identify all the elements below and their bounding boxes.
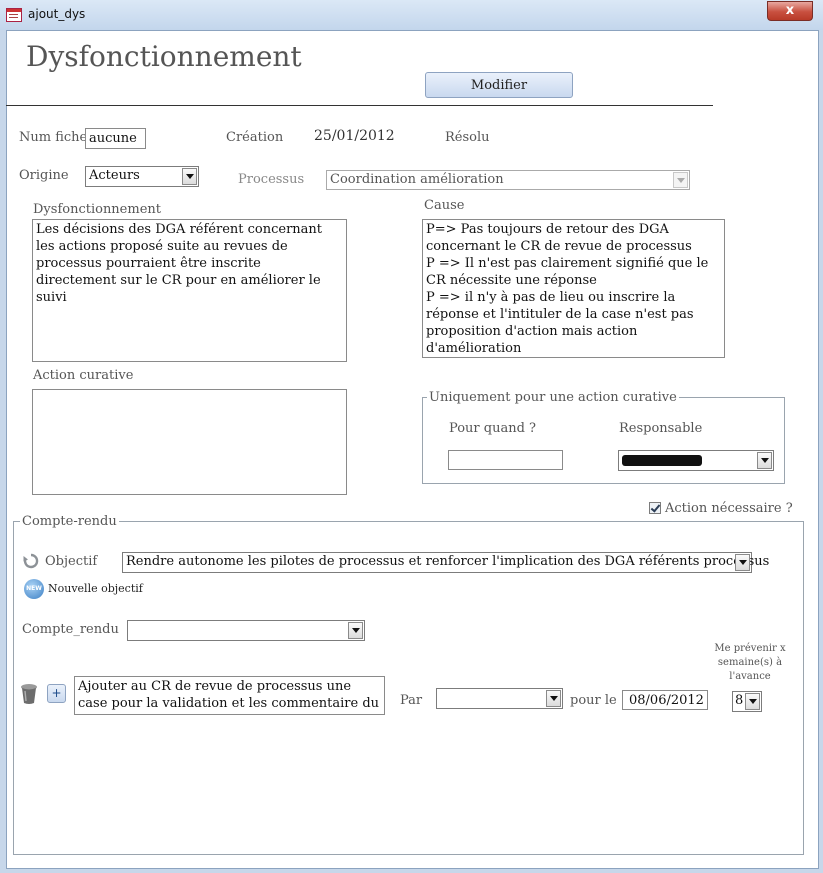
- num-fiche-label: Num fiche: [19, 130, 88, 145]
- pour-le-date-field[interactable]: 08/06/2012: [622, 690, 708, 710]
- creation-label: Création: [226, 130, 284, 145]
- new-badge-icon[interactable]: NEW: [24, 579, 44, 599]
- responsable-label: Responsable: [619, 421, 703, 436]
- action-curative-label: Action curative: [33, 368, 134, 383]
- processus-value: Coordination amélioration: [330, 172, 504, 187]
- add-action-button[interactable]: +: [47, 684, 66, 703]
- par-select[interactable]: [436, 688, 563, 709]
- action-necessaire-label: Action nécessaire ?: [665, 501, 793, 516]
- action-curative-field[interactable]: [32, 389, 347, 495]
- origine-value: Acteurs: [89, 168, 140, 183]
- origine-label: Origine: [19, 168, 69, 183]
- close-button[interactable]: x: [767, 1, 813, 21]
- page-title: Dysfonctionnement: [26, 40, 302, 73]
- redacted-name: [622, 455, 702, 466]
- action-necessaire-checkbox[interactable]: [649, 502, 661, 514]
- chevron-down-icon[interactable]: [673, 172, 688, 188]
- pour-quand-field[interactable]: [448, 450, 563, 470]
- cause-field[interactable]: P=> Pas toujours de retour des DGA conce…: [422, 219, 725, 358]
- chevron-down-icon[interactable]: [757, 452, 772, 469]
- compte-rendu-label: Compte_rendu: [22, 622, 119, 637]
- resolu-label: Résolu: [445, 130, 490, 145]
- creation-date: 25/01/2012: [314, 128, 395, 144]
- window-title: ajout_dys: [28, 7, 86, 21]
- pour-quand-label: Pour quand ?: [449, 421, 537, 436]
- origine-select[interactable]: Acteurs: [85, 166, 199, 187]
- processus-label: Processus: [238, 172, 305, 187]
- responsable-select[interactable]: [618, 450, 774, 471]
- chevron-down-icon[interactable]: [546, 690, 561, 707]
- window-titlebar[interactable]: [0, 0, 823, 30]
- objectif-value: Rendre autonome les pilotes de processus…: [126, 554, 770, 569]
- compte-rendu-select[interactable]: [127, 620, 365, 641]
- checkmark-icon: [650, 502, 661, 513]
- par-label: Par: [400, 693, 423, 708]
- compte-rendu-legend: Compte-rendu: [20, 514, 119, 529]
- chevron-down-icon[interactable]: [735, 554, 750, 571]
- curative-group-legend: Uniquement pour une action curative: [427, 390, 679, 405]
- action-text-field[interactable]: Ajouter au CR de revue de processus une …: [74, 676, 385, 715]
- num-fiche-field[interactable]: aucune: [85, 128, 146, 149]
- chevron-down-icon[interactable]: [182, 168, 197, 185]
- refresh-icon[interactable]: [23, 553, 39, 569]
- form-icon: [6, 8, 22, 22]
- prevenir-label: Me prévenir x semaine(s) à l'avance: [714, 643, 786, 682]
- nouvelle-objectif-link[interactable]: Nouvelle objectif: [48, 582, 143, 595]
- modify-button[interactable]: Modifier: [425, 72, 573, 98]
- dysfonctionnement-label: Dysfonctionnement: [33, 202, 161, 217]
- trash-icon[interactable]: [19, 683, 39, 705]
- chevron-down-icon[interactable]: [348, 622, 363, 639]
- objectif-select[interactable]: Rendre autonome les pilotes de processus…: [122, 552, 769, 573]
- header-divider: [6, 105, 713, 106]
- cause-label: Cause: [424, 198, 465, 213]
- chevron-down-icon[interactable]: [745, 693, 760, 710]
- objectif-label: Objectif: [45, 554, 98, 569]
- prevenir-value: 8: [735, 693, 744, 708]
- prevenir-select[interactable]: 8: [732, 691, 762, 712]
- dysfonctionnement-field[interactable]: Les décisions des DGA référent concernan…: [32, 219, 347, 362]
- pour-le-label: pour le: [570, 693, 617, 708]
- processus-select[interactable]: Coordination amélioration: [326, 170, 690, 190]
